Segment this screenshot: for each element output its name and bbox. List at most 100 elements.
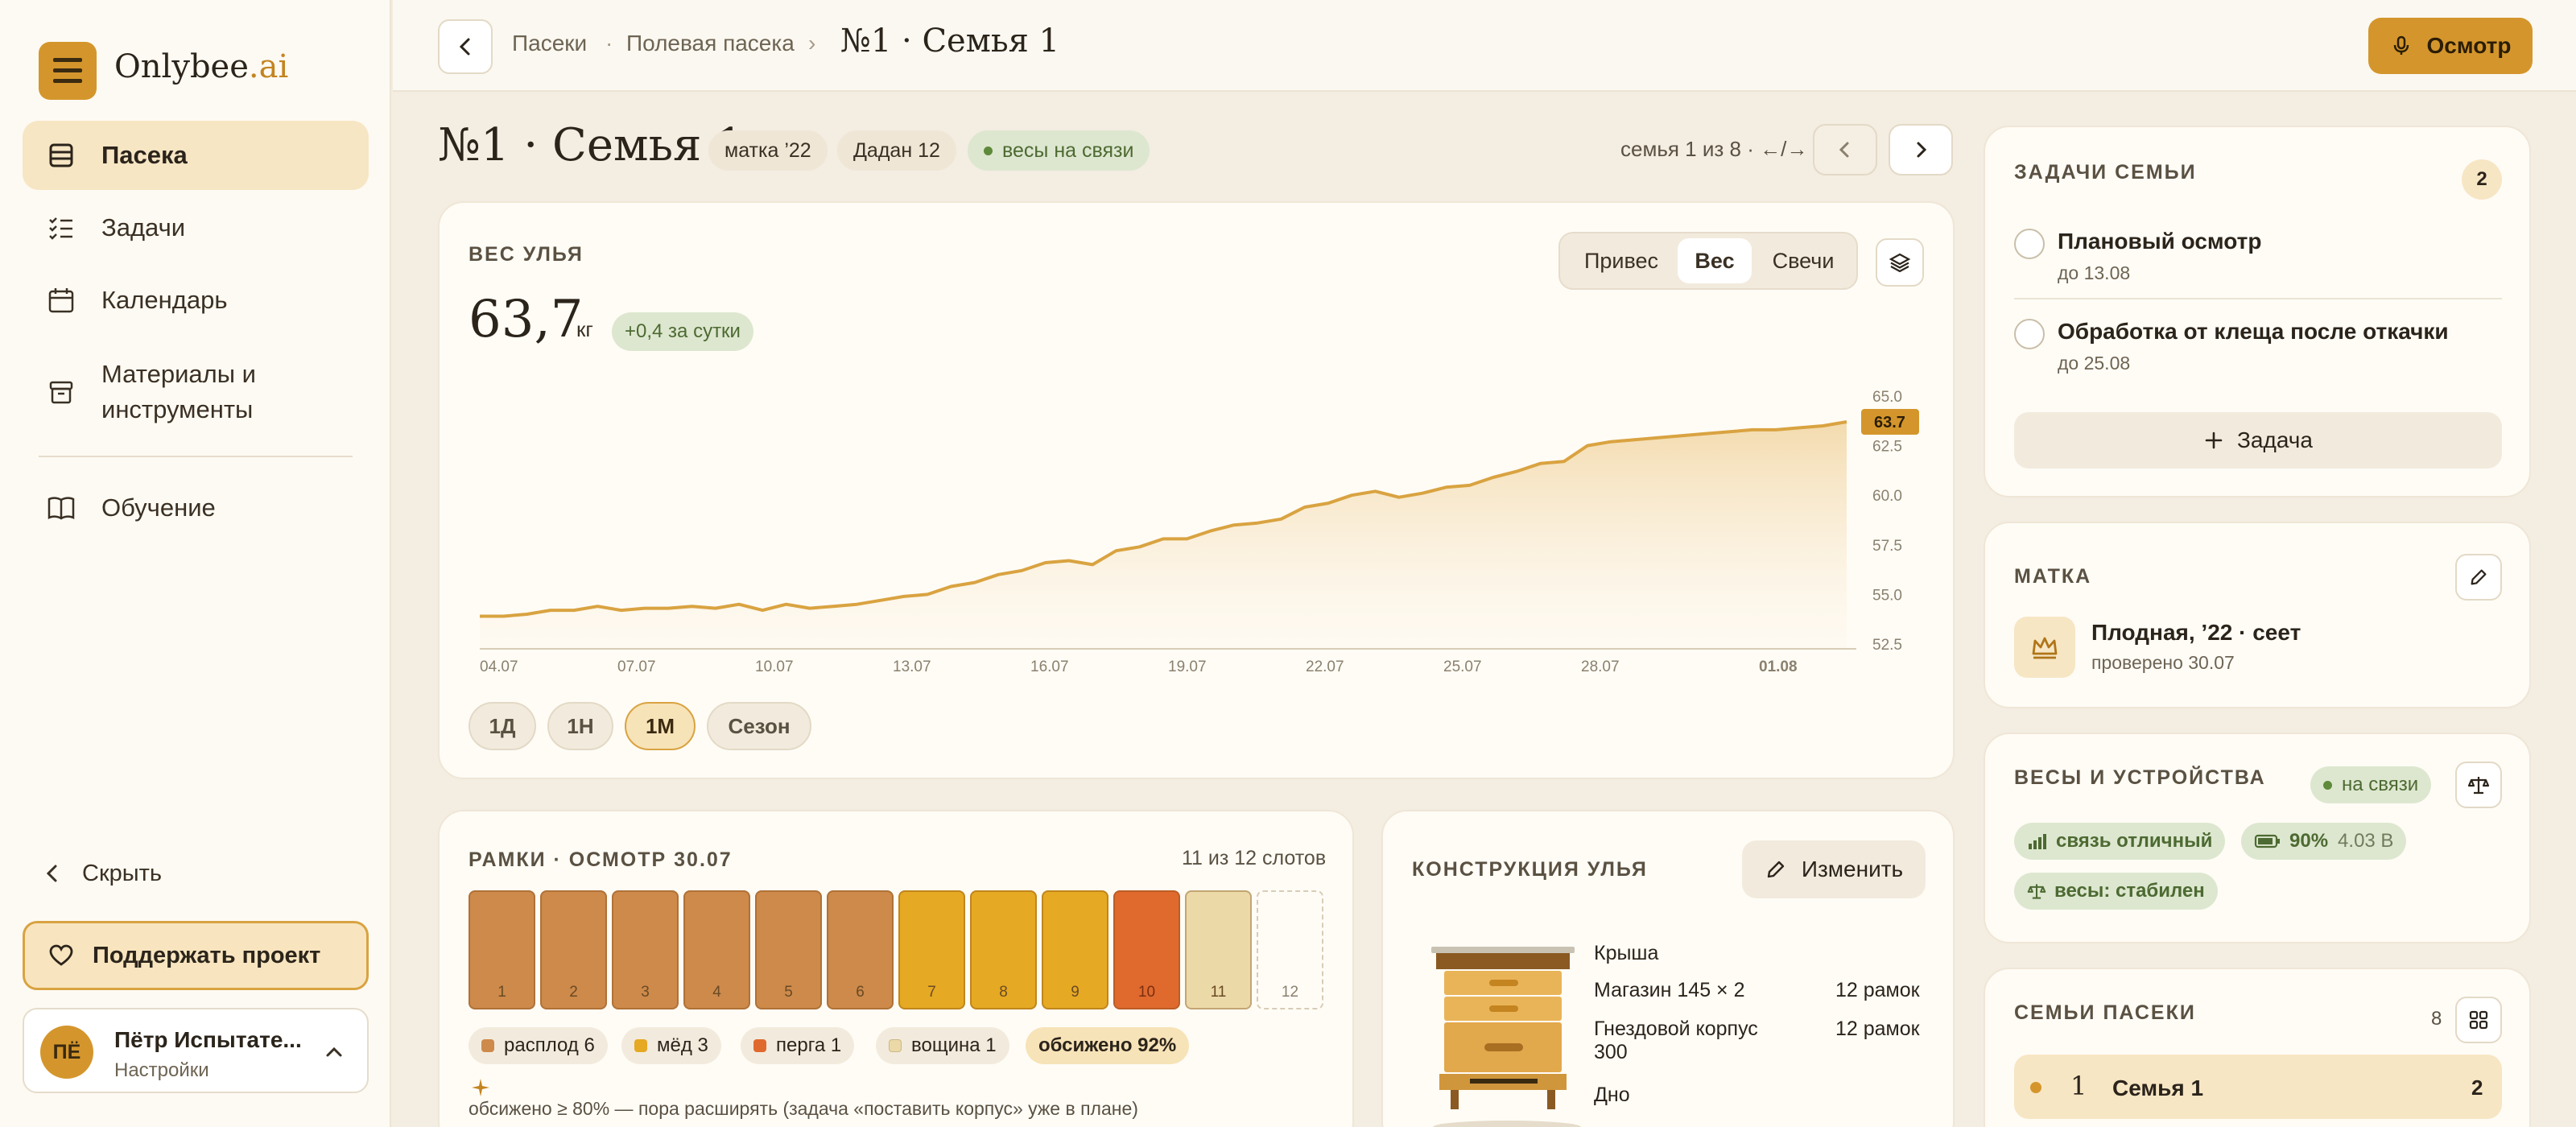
task-item[interactable]: Плановый осмотр до 13.08 [2014,211,2502,299]
y-tick-label: 57.5 [1872,538,1902,555]
legend-swatch [889,1039,902,1052]
inspect-button[interactable]: Осмотр [2368,18,2533,74]
status-text: весы на связи [1002,138,1134,162]
chevron-left-icon [46,865,57,882]
sidebar-item-label: Пасека [101,141,188,169]
signal-text: связь отличный [2056,830,2213,852]
sidebar-item-label: Задачи [101,213,186,242]
frame-slot[interactable]: 8 [970,890,1037,1009]
checklist-icon [49,217,72,240]
back-button[interactable] [438,19,493,74]
grid-view-button[interactable] [2455,997,2502,1043]
breadcrumb-field-apiary[interactable]: Полевая пасека [626,31,795,56]
breadcrumb-apiaries[interactable]: Пасеки [512,31,587,56]
next-family-button[interactable] [1889,124,1953,175]
edit-construction-button[interactable]: Изменить [1742,840,1926,898]
task-due: до 25.08 [2058,353,2131,374]
sidebar-item-label: инструменты [101,395,254,423]
y-tick-label: 55.0 [1872,587,1902,604]
card-label: ЗАДАЧИ СЕМЬИ [2014,161,2197,184]
frame-slot[interactable]: 12 [1257,890,1323,1009]
weight-chart[interactable]: 04.07 07.07 10.07 13.07 16.07 19.07 22.07 25.07… [440,203,1953,686]
task-title: Обработка от клеща после откачки [2058,319,2449,344]
legend-swatch [481,1039,494,1052]
frame-slot[interactable]: 1 [469,890,535,1009]
user-profile[interactable]: ПЁ Пётр Испытате... Настройки [23,1008,369,1093]
construction-brood-body: Гнездовой корпус 300 [1594,1018,1758,1064]
battery-icon [2254,834,2280,848]
task-checkbox[interactable] [2014,229,2045,259]
frame-slot[interactable]: 2 [540,890,607,1009]
task-item[interactable]: Обработка от клеща после откачки до 25.0… [2014,301,2502,390]
sidebar-item-calendar[interactable]: Календарь [23,266,369,335]
brand-logo[interactable]: Onlybee.ai [114,48,288,85]
support-project-button[interactable]: Поддержать проект [23,921,369,990]
queen-checked-date: проверено 30.07 [2091,652,2235,673]
sidebar-item-tasks[interactable]: Задачи [23,193,369,262]
frame-slot[interactable]: 4 [683,890,750,1009]
x-tick-label: 01.08 [1759,658,1798,675]
frame-slot[interactable]: 9 [1042,890,1108,1009]
chevron-up-icon[interactable] [322,1040,346,1064]
hive-illustration-icon [1431,947,1581,1127]
family-tasks-card: ЗАДАЧИ СЕМЬИ 2 Плановый осмотр до 13.08 … [1984,126,2531,497]
legend-brood: расплод 6 [469,1027,608,1064]
family-value: 2 [2471,1075,2483,1100]
add-task-button[interactable]: Задача [2014,412,2502,469]
families-count: 8 [2431,1008,2442,1030]
queen-card: МАТКА Плодная, ’22 · сеет проверено 30.0… [1984,522,2531,708]
prev-family-button[interactable] [1813,124,1877,175]
brand-suffix: .ai [248,48,289,85]
edit-queen-button[interactable] [2455,554,2502,601]
hide-sidebar-button[interactable]: Скрыть [39,860,162,887]
x-tick-label: 19.07 [1168,658,1207,675]
crown-icon [2014,617,2075,678]
box-icon [49,381,73,404]
heart-icon [49,944,73,966]
logo-icon[interactable] [39,42,97,100]
x-tick-label: 25.07 [1443,658,1482,675]
range-1d-button[interactable]: 1Д [469,702,536,750]
pencil-icon [2471,569,2487,585]
legend-label: мёд 3 [657,1034,708,1056]
chart-area [480,422,1847,649]
stability-chip: весы: стабилен [2014,873,2218,910]
user-settings-link[interactable]: Настройки [114,1059,209,1082]
frame-slot[interactable]: 7 [898,890,965,1009]
family-row[interactable]: 1 Семья 1 2 [2014,1055,2502,1119]
status-dot-icon [984,146,993,155]
scales-settings-button[interactable] [2455,762,2502,808]
frame-slot[interactable]: 10 [1113,890,1180,1009]
frames-card: РАМКИ · ОСМОТР 30.07 11 из 12 слотов 123… [438,810,1354,1127]
sparkle-icon [472,1079,489,1096]
expansion-hint: обсижено ≥ 80% — пора расширять (задача … [469,1098,1138,1119]
scales-connection-chip: на связи [2310,766,2432,803]
x-tick-label: 28.07 [1581,658,1620,675]
frame-slot[interactable]: 3 [612,890,679,1009]
frame-slot[interactable]: 11 [1185,890,1252,1009]
pencil-icon [1767,861,1785,878]
sidebar-item-materials[interactable]: Материалы и инструменты [23,340,369,444]
stability-text: весы: стабилен [2054,880,2205,902]
sidebar-item-apiary[interactable]: Пасека [23,121,369,190]
task-checkbox[interactable] [2014,319,2045,349]
y-tick-label: 60.0 [1872,488,1902,505]
sidebar-divider [39,456,353,457]
range-season-button[interactable]: Сезон [707,702,811,750]
x-tick-label: 16.07 [1030,658,1069,675]
grid-icon [2469,1010,2488,1030]
legend-swatch [634,1039,647,1052]
frame-slot[interactable]: 5 [755,890,822,1009]
range-1m-button[interactable]: 1М [625,702,696,750]
queen-year-chip: матка ’22 [708,130,828,171]
scales-icon [2467,777,2490,795]
battery-chip: 90% 4.03 В [2241,823,2407,860]
construction-row-text: Гнездовой корпус [1594,1018,1758,1040]
sidebar-item-learning[interactable]: Обучение [23,473,369,543]
range-1w-button[interactable]: 1Н [547,702,613,750]
construction-brood-frames: 12 рамок [1835,1018,1920,1040]
scales-devices-card: ВЕСЫ И УСТРОЙСТВА на связи связь отличны… [1984,733,2531,943]
card-label: РАМКИ · ОСМОТР 30.07 [469,848,733,871]
book-icon [47,497,75,520]
frame-slot[interactable]: 6 [827,890,894,1009]
